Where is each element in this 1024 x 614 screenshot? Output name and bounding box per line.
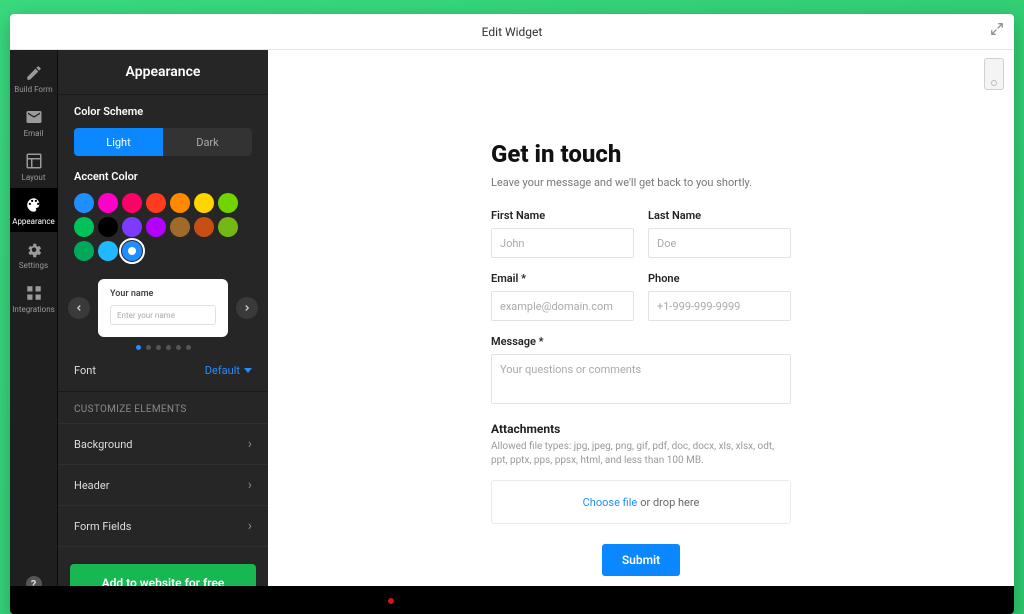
carousel-input-preview: Enter your name bbox=[110, 305, 216, 325]
first-name-label: First Name bbox=[491, 209, 634, 222]
email-input[interactable] bbox=[491, 291, 634, 321]
rail-build-form[interactable]: Build Form bbox=[10, 56, 58, 100]
carousel-next[interactable] bbox=[236, 297, 258, 319]
color-scheme-label: Color Scheme bbox=[74, 105, 252, 118]
chevron-right-icon: › bbox=[248, 518, 252, 534]
carousel-dot[interactable] bbox=[186, 345, 191, 350]
submit-button[interactable]: Submit bbox=[602, 544, 680, 576]
pencil-icon bbox=[25, 64, 43, 82]
mobile-preview-toggle[interactable] bbox=[984, 58, 1004, 90]
carousel-dot[interactable] bbox=[176, 345, 181, 350]
preview-pane: Get in touch Leave your message and we'l… bbox=[268, 50, 1014, 614]
form-subtitle: Leave your message and we'll get back to… bbox=[491, 176, 791, 189]
indicator-dot bbox=[388, 598, 394, 604]
font-value: Default bbox=[205, 364, 240, 377]
drop-hint: or drop here bbox=[640, 496, 699, 509]
accent-swatch[interactable] bbox=[146, 217, 166, 237]
customize-submit-button[interactable]: Submit Button › bbox=[58, 546, 268, 554]
choose-file-link[interactable]: Choose file bbox=[583, 496, 638, 509]
accent-swatch[interactable] bbox=[122, 241, 142, 261]
accent-swatch[interactable] bbox=[218, 193, 238, 213]
accent-swatch[interactable] bbox=[122, 217, 142, 237]
gear-icon bbox=[25, 240, 43, 258]
accent-swatches bbox=[74, 193, 252, 261]
chevron-right-icon: › bbox=[248, 436, 252, 452]
rail-label: Build Form bbox=[14, 85, 52, 94]
contact-form: Get in touch Leave your message and we'l… bbox=[491, 140, 791, 576]
carousel-dot[interactable] bbox=[156, 345, 161, 350]
color-scheme-toggle: Light Dark bbox=[74, 128, 252, 156]
last-name-input[interactable] bbox=[648, 228, 791, 258]
nav-rail: Build Form Email Layout Appearance Setti… bbox=[10, 50, 58, 614]
color-scheme-dark[interactable]: Dark bbox=[163, 128, 252, 156]
grid-icon bbox=[25, 284, 43, 302]
rail-settings[interactable]: Settings bbox=[10, 232, 58, 276]
chevron-right-icon: › bbox=[248, 477, 252, 493]
layout-icon bbox=[25, 152, 43, 170]
accent-swatch[interactable] bbox=[146, 193, 166, 213]
accent-swatch[interactable] bbox=[170, 193, 190, 213]
accent-swatch[interactable] bbox=[122, 193, 142, 213]
customize-item-label: Form Fields bbox=[74, 520, 132, 533]
form-title: Get in touch bbox=[491, 140, 791, 168]
panel-title: Appearance bbox=[58, 50, 268, 95]
attachments-hint: Allowed file types: jpg, jpeg, png, gif,… bbox=[491, 440, 791, 468]
rail-email[interactable]: Email bbox=[10, 100, 58, 144]
phone-icon bbox=[991, 80, 997, 86]
accent-color-label: Accent Color bbox=[74, 170, 252, 183]
accent-swatch[interactable] bbox=[194, 217, 214, 237]
phone-label: Phone bbox=[648, 272, 791, 285]
carousel-dot[interactable] bbox=[166, 345, 171, 350]
customize-item-label: Header bbox=[74, 479, 109, 492]
last-name-label: Last Name bbox=[648, 209, 791, 222]
accent-swatch[interactable] bbox=[74, 193, 94, 213]
attachments-label: Attachments bbox=[491, 422, 791, 436]
customize-item-label: Background bbox=[74, 438, 132, 451]
message-label: Message * bbox=[491, 335, 791, 348]
phone-input[interactable] bbox=[648, 291, 791, 321]
carousel-prev[interactable] bbox=[68, 297, 90, 319]
carousel-dots bbox=[58, 345, 268, 350]
expand-icon[interactable] bbox=[990, 22, 1004, 39]
titlebar: Edit Widget bbox=[10, 14, 1014, 50]
carousel-dot[interactable] bbox=[136, 345, 141, 350]
preview-carousel: Your name Enter your name bbox=[68, 279, 258, 337]
palette-icon bbox=[25, 196, 43, 214]
customize-form-fields[interactable]: Form Fields › bbox=[58, 505, 268, 546]
rail-label: Settings bbox=[19, 261, 48, 270]
chevron-down-icon bbox=[244, 368, 252, 373]
rail-appearance[interactable]: Appearance bbox=[10, 188, 58, 232]
rail-label: Layout bbox=[22, 173, 46, 182]
message-input[interactable] bbox=[491, 354, 791, 404]
accent-swatch[interactable] bbox=[194, 193, 214, 213]
color-scheme-light[interactable]: Light bbox=[74, 128, 163, 156]
carousel-caption: Your name bbox=[110, 289, 216, 299]
customize-header[interactable]: Header › bbox=[58, 464, 268, 505]
customize-heading: CUSTOMIZE ELEMENTS bbox=[58, 392, 268, 423]
carousel-dot[interactable] bbox=[146, 345, 151, 350]
accent-swatch[interactable] bbox=[74, 241, 94, 261]
first-name-input[interactable] bbox=[491, 228, 634, 258]
accent-swatch[interactable] bbox=[170, 217, 190, 237]
file-dropzone[interactable]: Choose file or drop here bbox=[491, 480, 791, 524]
accent-swatch[interactable] bbox=[98, 193, 118, 213]
mail-icon bbox=[25, 108, 43, 126]
window-title: Edit Widget bbox=[482, 25, 543, 39]
rail-integrations[interactable]: Integrations bbox=[10, 276, 58, 320]
email-label: Email * bbox=[491, 272, 634, 285]
carousel-card: Your name Enter your name bbox=[98, 279, 228, 337]
accent-swatch[interactable] bbox=[218, 217, 238, 237]
font-label: Font bbox=[74, 364, 96, 377]
accent-swatch[interactable] bbox=[98, 217, 118, 237]
font-select[interactable]: Default bbox=[205, 364, 252, 377]
rail-label: Email bbox=[24, 129, 44, 138]
rail-label: Integrations bbox=[12, 305, 55, 314]
appearance-panel: Appearance Color Scheme Light Dark Accen… bbox=[58, 50, 268, 614]
rail-layout[interactable]: Layout bbox=[10, 144, 58, 188]
rail-label: Appearance bbox=[12, 217, 55, 226]
accent-swatch[interactable] bbox=[74, 217, 94, 237]
accent-swatch[interactable] bbox=[98, 241, 118, 261]
customize-background[interactable]: Background › bbox=[58, 423, 268, 464]
footer-bar bbox=[10, 586, 1014, 614]
